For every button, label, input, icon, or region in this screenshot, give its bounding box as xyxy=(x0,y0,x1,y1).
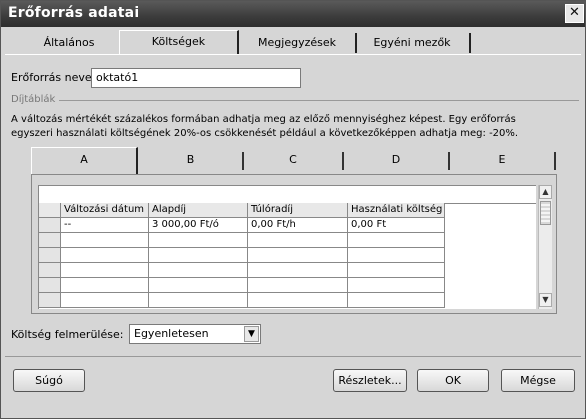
rate-table-tabs: A (Alapértelmezett) B C D E xyxy=(31,147,557,190)
close-icon[interactable]: ✕ xyxy=(565,4,584,23)
cell-empty[interactable] xyxy=(348,278,445,293)
window-title: Erőforrás adatai xyxy=(8,5,140,21)
help-button[interactable]: Súgó xyxy=(13,369,85,392)
tab-notes[interactable]: Megjegyzések xyxy=(239,32,357,54)
cell-standard-rate[interactable]: 3 000,00 Ft/ó xyxy=(149,218,248,233)
tab-general[interactable]: Általános xyxy=(9,32,131,54)
cell-empty[interactable] xyxy=(61,293,149,308)
description-line-1: A változás mértékét százalékos formában … xyxy=(11,114,516,125)
cell-empty[interactable] xyxy=(348,293,445,308)
scroll-down-icon[interactable]: ▼ xyxy=(539,293,552,307)
cell-empty[interactable] xyxy=(348,233,445,248)
chevron-down-icon[interactable]: ▼ xyxy=(244,326,259,342)
cell-edit-bar[interactable] xyxy=(39,186,536,204)
rate-table[interactable]: Változási dátum Alapdíj Túlóradíj Haszná… xyxy=(38,185,536,309)
cell-empty[interactable] xyxy=(61,248,149,263)
cell-empty[interactable] xyxy=(348,263,445,278)
tab-custom-fields[interactable]: Egyéni mezők xyxy=(355,32,471,54)
table-row-empty xyxy=(39,233,536,248)
rate-tab-b[interactable]: B xyxy=(138,148,244,174)
rate-tab-d[interactable]: D xyxy=(343,148,450,174)
cancel-button[interactable]: Mégse xyxy=(501,369,575,392)
tab-costs[interactable]: Költségek xyxy=(119,30,239,54)
table-header-row: Változási dátum Alapdíj Túlóradíj Haszná… xyxy=(39,203,536,218)
resource-info-dialog: Erőforrás adatai ✕ Általános Költségek M… xyxy=(0,0,586,419)
cell-empty[interactable] xyxy=(248,233,348,248)
cell-overtime-rate[interactable]: 0,00 Ft/h xyxy=(248,218,348,233)
table-row-empty xyxy=(39,263,536,278)
tab-strip: Általános Költségek Megjegyzések Egyéni … xyxy=(9,30,581,54)
group-divider xyxy=(59,100,579,101)
title-bar[interactable]: Erőforrás adatai ✕ xyxy=(1,1,585,27)
row-header[interactable] xyxy=(39,218,61,233)
panel-bottom-border xyxy=(5,356,581,357)
ok-button[interactable]: OK xyxy=(417,369,489,392)
row-header[interactable] xyxy=(39,263,61,278)
cell-empty[interactable] xyxy=(248,278,348,293)
cell-empty[interactable] xyxy=(149,233,248,248)
cell-empty[interactable] xyxy=(149,263,248,278)
row-header[interactable] xyxy=(39,203,61,218)
col-header-standard-rate[interactable]: Alapdíj xyxy=(149,203,248,218)
rate-tab-c[interactable]: C xyxy=(243,148,344,174)
resource-name-input[interactable]: oktató1 xyxy=(91,68,301,88)
table-row: -- 3 000,00 Ft/ó 0,00 Ft/h 0,00 Ft xyxy=(39,218,536,233)
scroll-thumb[interactable] xyxy=(540,201,551,225)
rate-tab-a[interactable]: A (Alapértelmezett) xyxy=(31,147,138,190)
table-row-empty xyxy=(39,278,536,293)
rate-tab-e[interactable]: E xyxy=(449,148,556,174)
cell-empty[interactable] xyxy=(248,263,348,278)
col-header-cost-per-use[interactable]: Használati költség xyxy=(348,203,445,218)
row-header[interactable] xyxy=(39,293,61,308)
scroll-up-icon[interactable]: ▲ xyxy=(539,185,552,199)
cell-change-date[interactable]: -- xyxy=(61,218,149,233)
cell-empty[interactable] xyxy=(149,278,248,293)
cost-accrual-value: Egyenletesen xyxy=(134,327,209,340)
row-header[interactable] xyxy=(39,248,61,263)
cell-empty[interactable] xyxy=(61,263,149,278)
cell-empty[interactable] xyxy=(149,293,248,308)
col-header-overtime-rate[interactable]: Túlóradíj xyxy=(248,203,348,218)
cell-empty[interactable] xyxy=(61,233,149,248)
cell-empty[interactable] xyxy=(248,248,348,263)
cell-empty[interactable] xyxy=(248,293,348,308)
rates-description: A változás mértékét százalékos formában … xyxy=(11,113,581,141)
description-line-2: egyszeri használati költségének 20%-os c… xyxy=(11,128,519,139)
cost-accrual-label: Költség felmerülése: xyxy=(11,328,124,341)
rates-group-label: Díjtáblák xyxy=(11,94,56,105)
vertical-scrollbar[interactable]: ▲ ▼ xyxy=(538,185,552,309)
cell-empty[interactable] xyxy=(149,248,248,263)
details-button[interactable]: Részletek... xyxy=(333,369,407,392)
resource-name-label: Erőforrás neve: xyxy=(11,71,96,84)
cell-empty[interactable] xyxy=(348,248,445,263)
table-row-empty xyxy=(39,248,536,263)
row-header[interactable] xyxy=(39,233,61,248)
cost-accrual-select[interactable]: Egyenletesen ▼ xyxy=(129,324,261,344)
cell-empty[interactable] xyxy=(61,278,149,293)
row-header[interactable] xyxy=(39,278,61,293)
col-header-change-date[interactable]: Változási dátum xyxy=(61,203,149,218)
cell-cost-per-use[interactable]: 0,00 Ft xyxy=(348,218,445,233)
rate-table-container: Változási dátum Alapdíj Túlóradíj Haszná… xyxy=(31,174,557,314)
table-row-empty xyxy=(39,293,536,308)
